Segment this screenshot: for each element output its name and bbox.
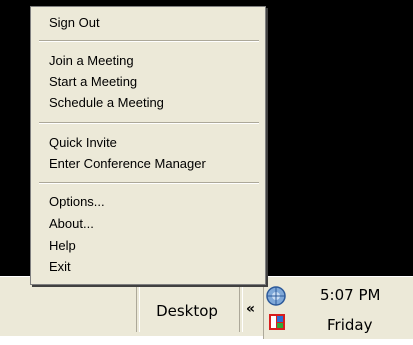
menu-item-start-meeting[interactable]: Start a Meeting [49,73,137,91]
menu-item-about[interactable]: About... [49,215,94,233]
clock-time[interactable]: 5:07 PM [320,286,380,304]
menu-item-exit[interactable]: Exit [49,258,71,276]
menu-item-enter-conference-manager[interactable]: Enter Conference Manager [49,155,206,173]
menu-separator [39,182,259,184]
media-app-icon[interactable] [268,313,286,335]
desktop-toolbar-button[interactable]: Desktop [142,302,232,320]
context-menu: Sign Out Join a Meeting Start a Meeting … [30,6,266,285]
menu-separator [39,122,259,124]
menu-item-help[interactable]: Help [49,237,76,255]
taskbar-separator [239,281,243,332]
taskbar-separator [136,281,140,332]
menu-item-quick-invite[interactable]: Quick Invite [49,134,117,152]
clock-day: Friday [327,316,373,334]
menu-item-schedule-meeting[interactable]: Schedule a Meeting [49,94,164,112]
meeting-app-icon[interactable] [265,285,287,311]
menu-item-join-meeting[interactable]: Join a Meeting [49,52,134,70]
menu-separator [39,40,259,42]
menu-item-sign-out[interactable]: Sign Out [49,14,100,32]
menu-item-options[interactable]: Options... [49,193,105,211]
tray-show-hidden-icons-chevron-icon[interactable]: « [246,301,255,317]
